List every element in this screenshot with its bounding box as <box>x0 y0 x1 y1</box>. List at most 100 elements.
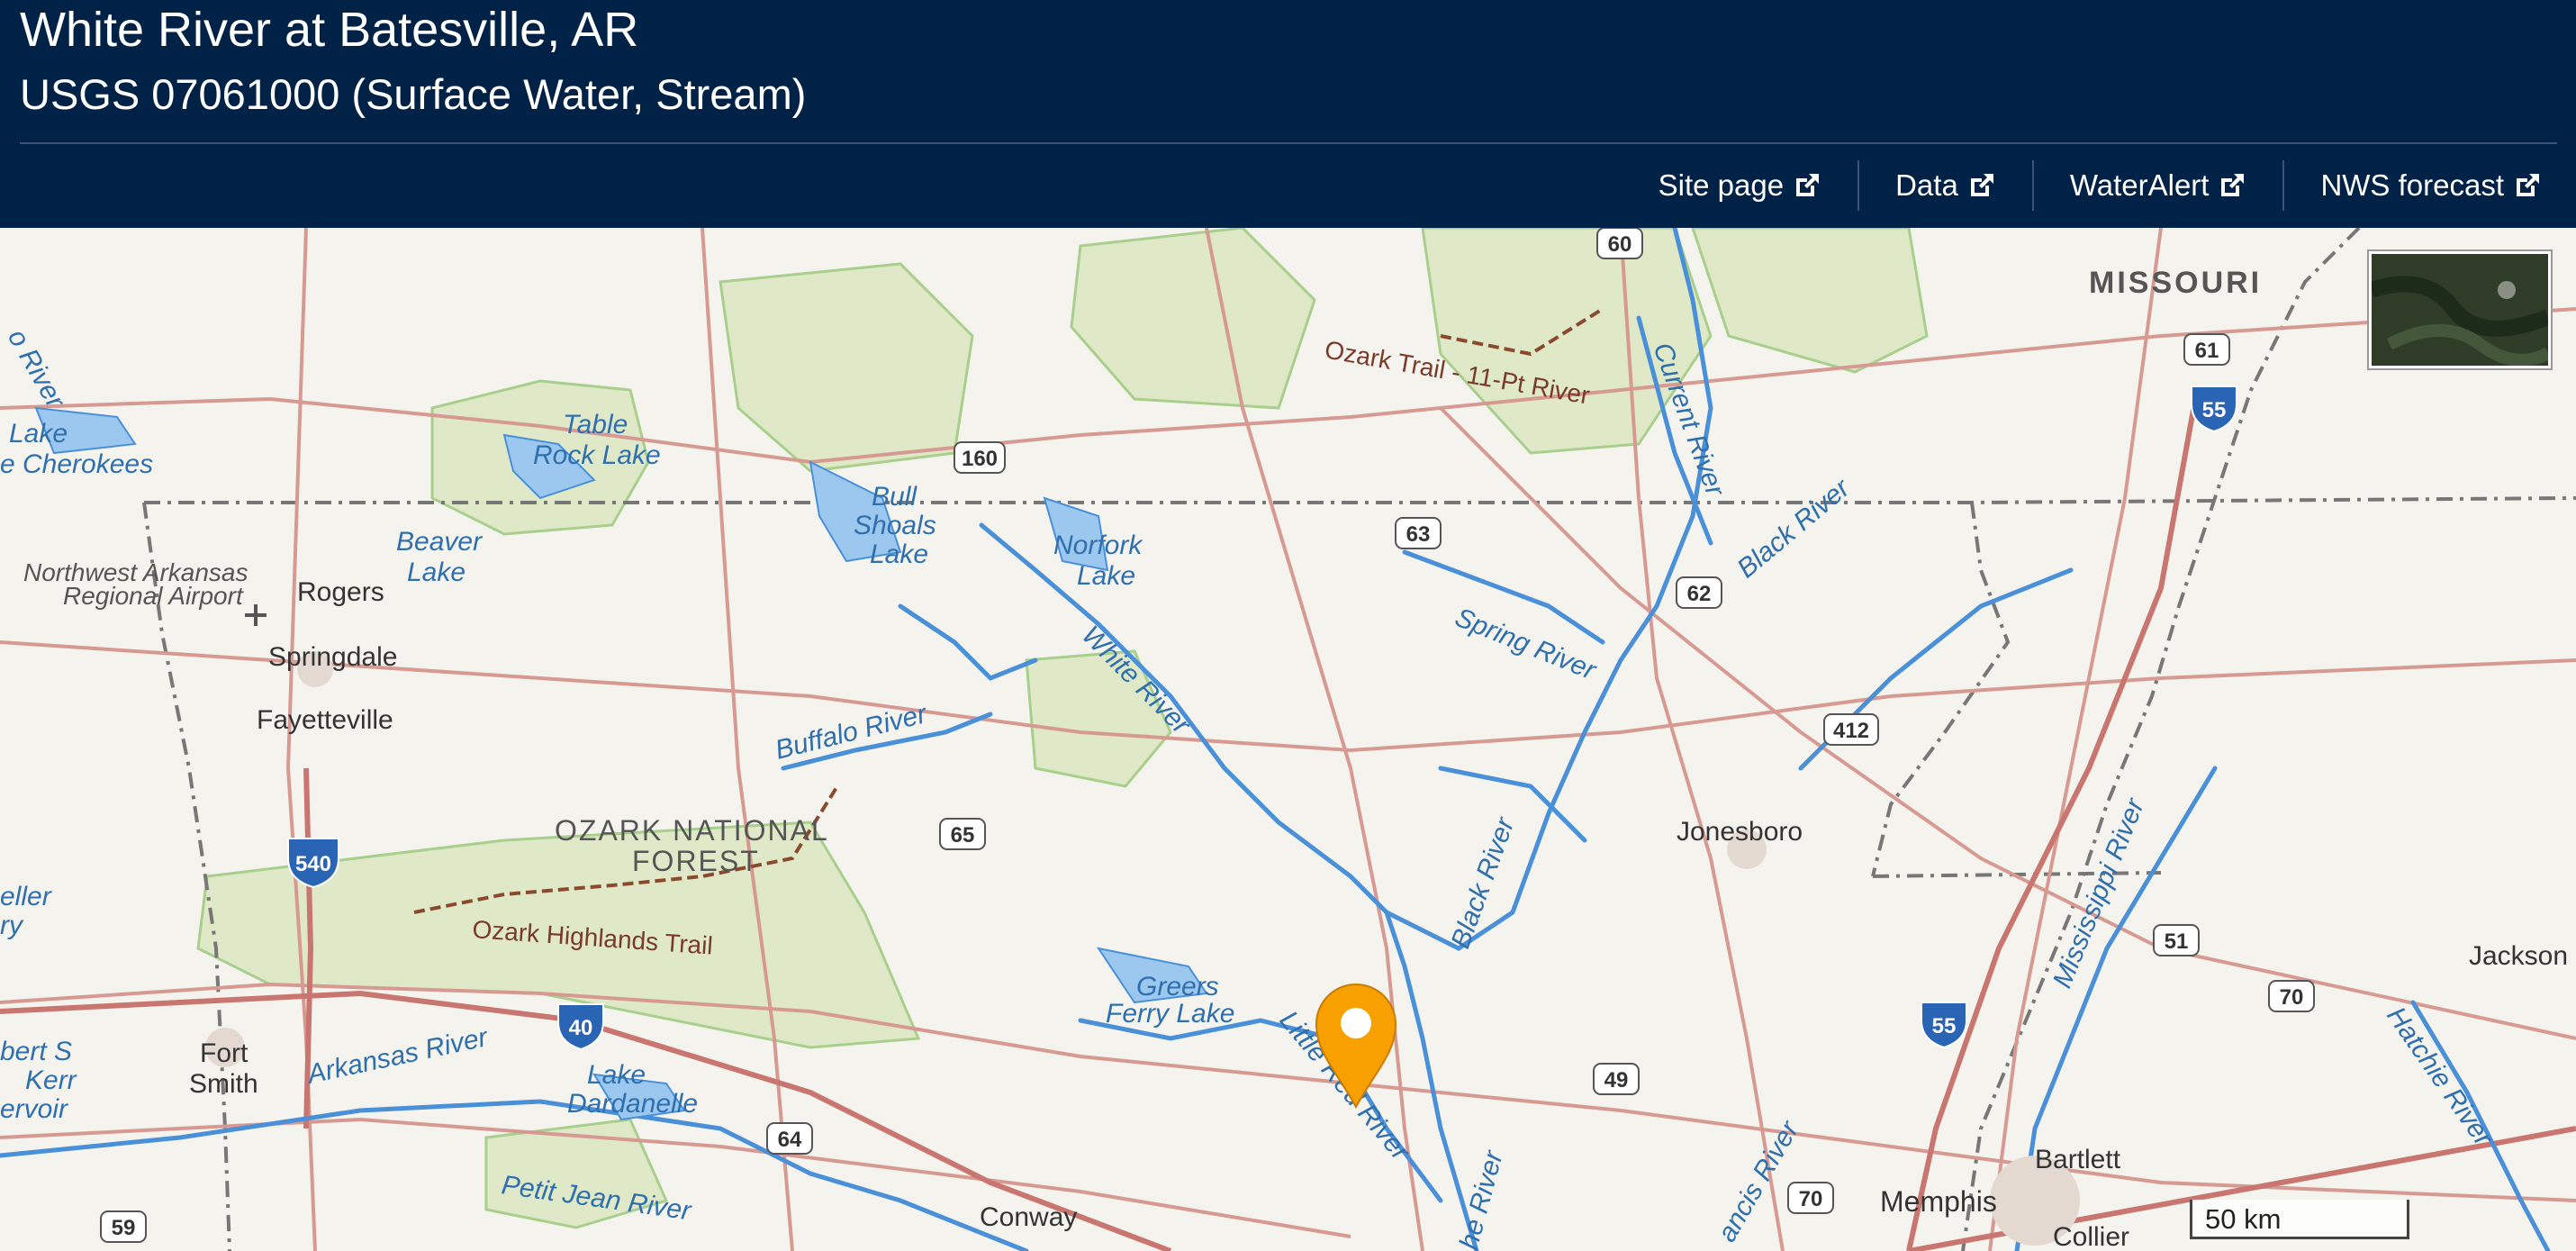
highway-shield: 60 <box>1596 228 1643 259</box>
highway-shield: 70 <box>1787 1182 1834 1214</box>
header-divider <box>20 142 2557 144</box>
page-title: White River at Batesville, AR <box>20 3 639 57</box>
wateralert-link-label: WaterAlert <box>2069 168 2210 202</box>
map-place-label: Jackson <box>2469 941 2568 971</box>
highway-shield-label: 70 <box>2280 985 2304 1010</box>
highway-shield: 59 <box>100 1210 147 1243</box>
interstate-shield: 40 <box>557 1003 604 1051</box>
highway-shield-label: 49 <box>1604 1068 1629 1092</box>
map-water-label: Lake <box>587 1060 646 1090</box>
nws-forecast-link-label: NWS forecast <box>2320 168 2504 202</box>
road <box>1988 228 2163 1251</box>
highway-shield: 51 <box>2153 924 2200 956</box>
map-water-label: bert S <box>0 1037 72 1066</box>
site-header: White River at Batesville, AR USGS 07061… <box>0 0 2576 228</box>
basemap-toggle-thumbnail[interactable] <box>2369 251 2551 368</box>
interstate-shield-label: 55 <box>1932 1014 1957 1038</box>
map-place-label: Springdale <box>268 642 397 672</box>
river <box>898 603 1038 681</box>
highway-shield: 65 <box>939 818 986 850</box>
map-water-label: Bull <box>872 482 917 512</box>
map-place-label: Fayetteville <box>257 705 393 735</box>
interstate-shield: 55 <box>1921 1002 1967 1049</box>
map-place-label: Fort <box>200 1038 249 1068</box>
map-forest-label: OZARK NATIONAL <box>555 814 829 847</box>
map-water-label: Lake <box>407 558 465 587</box>
highway-shield: 63 <box>1395 517 1442 549</box>
map-water-label: Arkansas River <box>303 1022 492 1090</box>
map-place-label: Rogers <box>297 577 384 607</box>
map-water-label: Rock Lake <box>533 440 661 470</box>
highway-shield-label: 412 <box>1833 719 1869 743</box>
highway-shield: 61 <box>2183 333 2230 366</box>
map-place-label: MISSOURI <box>2089 266 2262 300</box>
external-link-icon <box>1970 174 1993 196</box>
scale-bar: 50 km <box>2190 1200 2409 1239</box>
marker-center-dot <box>1341 1008 1371 1038</box>
site-page-link-label: Site page <box>1658 168 1785 202</box>
interstate-shield: 55 <box>2191 385 2237 433</box>
map-water-label: Lake <box>1077 561 1135 591</box>
map-water-label: Lake <box>9 419 68 449</box>
map-water-label: ervoir <box>0 1094 68 1124</box>
data-link[interactable]: Data <box>1857 160 2032 211</box>
interstate-shield-label: 540 <box>295 852 331 876</box>
highway-shield: 49 <box>1593 1063 1640 1095</box>
map-water-label: o River <box>2 324 71 414</box>
map-airport-label: Regional Airport <box>63 582 244 610</box>
highway-shield-label: 70 <box>1799 1187 1823 1211</box>
interstate <box>1906 389 2200 1251</box>
interstate-shield-label: 55 <box>2202 398 2227 422</box>
satellite-thumbnail-icon <box>2372 254 2548 366</box>
map-water-label: Table <box>563 410 628 440</box>
road <box>1439 406 2576 1040</box>
map-water-label: Buffalo River <box>773 699 931 766</box>
external-links-nav: Site page Data WaterAlert NWS forecast <box>1622 159 2576 213</box>
highway-shield-label: 64 <box>778 1128 802 1152</box>
page-subtitle: USGS 07061000 (Surface Water, Stream) <box>20 70 807 118</box>
map-view[interactable]: MISSOURI Rogers Springdale Fayetteville … <box>0 228 2576 1251</box>
map-water-label: Hatchie River <box>2381 1002 2499 1152</box>
highway-shield-label: 63 <box>1406 522 1431 547</box>
map-place-label: Collier <box>2053 1222 2129 1251</box>
data-link-label: Data <box>1895 168 1958 202</box>
highway-shield: 64 <box>766 1122 813 1155</box>
map-water-label: Lake <box>870 539 928 569</box>
map-place-label: Memphis <box>1880 1185 1997 1218</box>
highway-shield: 412 <box>1823 713 1879 746</box>
map-water-label: Kerr <box>25 1065 77 1095</box>
highway-shield-label: 61 <box>2195 339 2219 363</box>
forest-area <box>719 262 974 473</box>
highway-shield-label: 60 <box>1608 232 1632 257</box>
site-page-link[interactable]: Site page <box>1622 160 1857 211</box>
highway-shield-label: 65 <box>951 823 975 848</box>
map-forest-label: FOREST <box>632 845 760 877</box>
highway-shield: 160 <box>954 441 1006 474</box>
map-place-label: Jonesboro <box>1677 817 1803 847</box>
nws-forecast-link[interactable]: NWS forecast <box>2282 160 2576 211</box>
map-place-label: Smith <box>189 1069 258 1099</box>
forest-area <box>1691 228 1929 374</box>
map-water-label: ancis River <box>1712 1116 1804 1247</box>
map-water-label: Beaver <box>396 527 483 557</box>
wateralert-link[interactable]: WaterAlert <box>2031 160 2283 211</box>
airport-icon <box>245 604 267 626</box>
map-place-label: Conway <box>980 1202 1077 1232</box>
state-border <box>1961 228 2361 1251</box>
forest-area <box>1070 228 1316 410</box>
highway-shield-label: 59 <box>112 1216 136 1240</box>
map-water-label: eller <box>0 882 52 911</box>
external-link-icon <box>2221 174 2245 196</box>
map-water-label: Dardanelle <box>567 1089 698 1119</box>
map-water-label: Spring River <box>1451 603 1600 686</box>
highway-shield: 62 <box>1676 576 1722 609</box>
external-link-icon <box>2517 174 2539 196</box>
map-water-label: Black River <box>1731 473 1856 584</box>
map-water-label: Ferry Lake <box>1106 999 1234 1029</box>
highway-shield: 70 <box>2268 980 2315 1012</box>
road <box>285 228 317 1251</box>
map-place-label: Bartlett <box>2035 1145 2121 1174</box>
map-water-label: Norfork <box>1053 530 1143 560</box>
external-link-icon <box>1796 174 1820 196</box>
interstate-shield-label: 40 <box>569 1016 593 1040</box>
